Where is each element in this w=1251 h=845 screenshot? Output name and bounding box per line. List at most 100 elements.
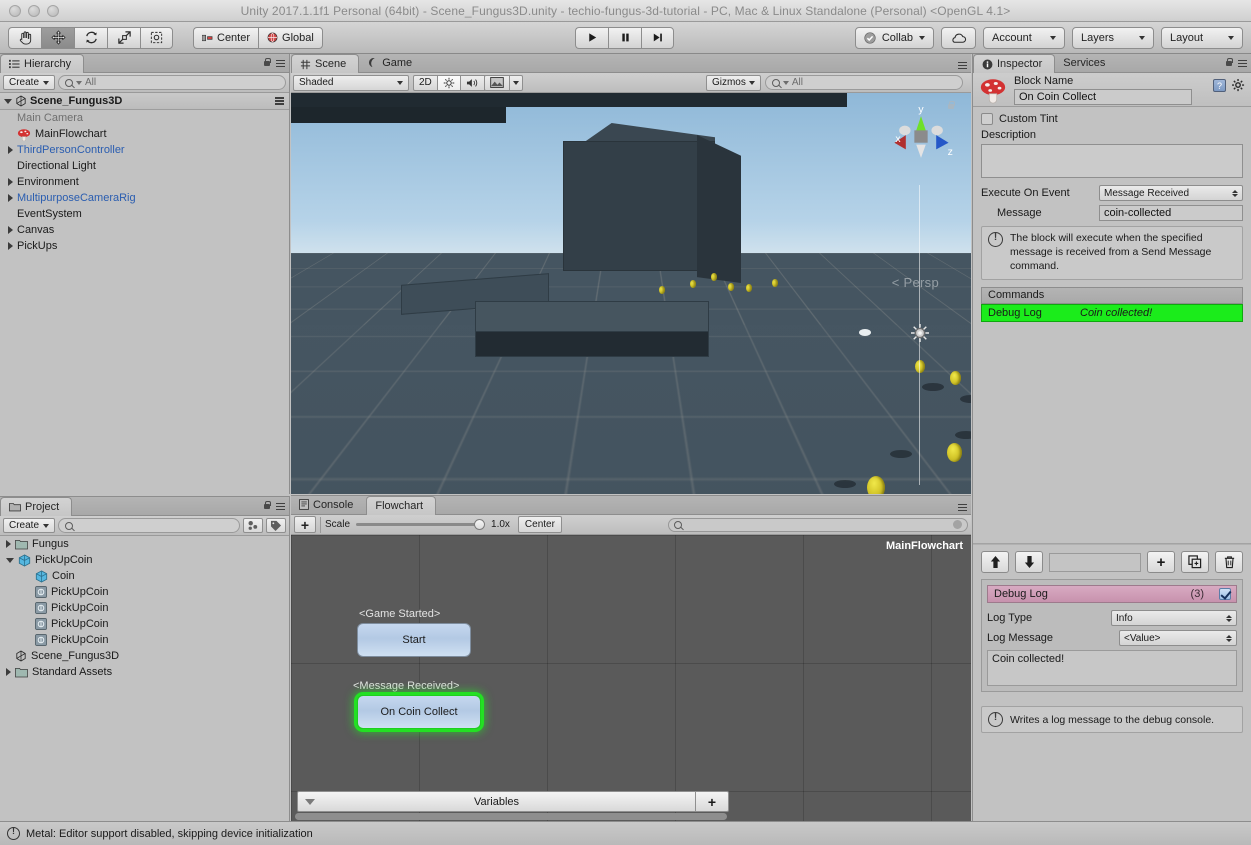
expand-arrow-icon[interactable] <box>8 194 13 202</box>
flowchart-center-button[interactable]: Center <box>517 516 562 533</box>
project-item-fungus[interactable]: Fungus <box>0 536 289 552</box>
hierarchy-item-pickups[interactable]: PickUps <box>0 238 289 254</box>
search-by-type-button[interactable] <box>243 518 263 533</box>
layers-button[interactable]: Layers <box>1072 26 1154 49</box>
tab-services[interactable]: Services <box>1055 53 1118 72</box>
project-create-button[interactable]: Create <box>3 518 56 533</box>
tab-hierarchy[interactable]: Hierarchy <box>0 54 85 73</box>
project-item-pickupcoin[interactable]: PickUpCoin <box>0 600 289 616</box>
flowchart-canvas[interactable]: MainFlowchart <Game Started> Start <Mess… <box>291 535 971 821</box>
layout-button[interactable]: Layout <box>1161 26 1243 49</box>
flowchart-search-input[interactable] <box>668 517 968 532</box>
expand-arrow-icon[interactable] <box>4 98 12 104</box>
tab-console[interactable]: Console <box>291 495 366 514</box>
inspector-header-actions[interactable]: ? <box>1213 79 1245 92</box>
tab-project[interactable]: Project <box>0 497 73 516</box>
gizmos-dropdown[interactable]: Gizmos <box>705 74 761 91</box>
hierarchy-item-thirdpersoncontroller[interactable]: ThirdPersonController <box>0 142 289 158</box>
hierarchy-tree[interactable]: Scene_Fungus3D Main Camera MainFlowchart T… <box>0 93 289 494</box>
hierarchy-item-eventsystem[interactable]: EventSystem <box>0 206 289 222</box>
audio-toggle-button[interactable] <box>459 74 485 91</box>
project-item-pickupcoin[interactable]: PickUpCoin <box>0 584 289 600</box>
flowchart-scale-slider[interactable] <box>356 519 486 530</box>
effects-toggle-button[interactable] <box>483 74 510 91</box>
move-tool-button[interactable] <box>41 26 74 49</box>
collab-button[interactable]: Collab <box>854 26 934 49</box>
hierarchy-item-mainflowchart[interactable]: MainFlowchart <box>0 126 289 142</box>
expand-arrow-icon[interactable] <box>6 668 11 676</box>
command-search-slot[interactable] <box>1049 552 1141 572</box>
hand-tool-button[interactable] <box>8 26 41 49</box>
close-window-button[interactable] <box>9 4 21 17</box>
clear-search-icon[interactable] <box>953 520 962 529</box>
pause-button[interactable] <box>608 26 641 49</box>
execute-on-event-dropdown[interactable]: Message Received <box>1099 185 1243 201</box>
project-tab-tools[interactable] <box>262 501 285 512</box>
slider-handle[interactable] <box>474 519 486 530</box>
scene-viewport[interactable]: < Persp y x z <box>291 93 971 494</box>
message-input[interactable]: coin-collected <box>1099 205 1243 221</box>
duplicate-command-button[interactable] <box>1181 551 1209 573</box>
rotate-tool-button[interactable] <box>74 26 107 49</box>
panel-menu-icon[interactable] <box>958 503 967 511</box>
tab-inspector[interactable]: Inspector <box>973 54 1056 73</box>
pivot-mode-button[interactable]: Center <box>193 26 259 49</box>
hierarchy-item-main-camera[interactable]: Main Camera <box>0 110 289 126</box>
hierarchy-item-multipurposecamerarig[interactable]: MultipurposeCameraRig <box>0 190 289 206</box>
account-button[interactable]: Account <box>983 26 1065 49</box>
hierarchy-item-canvas[interactable]: Canvas <box>0 222 289 238</box>
project-item-standard-assets[interactable]: Standard Assets <box>0 664 289 680</box>
project-tree[interactable]: Fungus PickUpCoin Coin PickUpCoin PickUpCoin… <box>0 536 289 821</box>
scene-context-menu-icon[interactable] <box>275 97 284 105</box>
space-mode-button[interactable]: Global <box>258 26 323 49</box>
log-message-dropdown[interactable]: <Value> <box>1119 630 1237 646</box>
draw-mode-dropdown[interactable]: Shaded <box>293 74 409 91</box>
block-name-input[interactable]: On Coin Collect <box>1014 88 1192 105</box>
variables-toggle[interactable]: Variables <box>297 791 696 812</box>
hierarchy-create-button[interactable]: Create <box>3 75 56 90</box>
panel-menu-icon[interactable] <box>1238 59 1247 68</box>
hierarchy-item-environment[interactable]: Environment <box>0 174 289 190</box>
flowchart-block-start[interactable]: Start <box>357 623 471 657</box>
scene-tab-tools[interactable] <box>958 61 967 69</box>
panel-menu-icon[interactable] <box>958 61 967 69</box>
add-command-button[interactable]: + <box>1147 551 1175 573</box>
play-button[interactable] <box>575 26 608 49</box>
project-item-coin[interactable]: Coin <box>0 568 289 584</box>
project-item-pickupcoin[interactable]: PickUpCoin <box>0 632 289 648</box>
project-item-pickupcoin[interactable]: PickUpCoin <box>0 552 289 568</box>
search-by-label-button[interactable] <box>266 518 286 533</box>
step-button[interactable] <box>641 26 674 49</box>
toggle-2d-button[interactable]: 2D <box>413 74 438 91</box>
lock-icon[interactable] <box>1224 58 1233 69</box>
custom-tint-checkbox[interactable] <box>981 113 993 125</box>
project-item-pickupcoin[interactable]: PickUpCoin <box>0 616 289 632</box>
hierarchy-scene-root[interactable]: Scene_Fungus3D <box>0 93 289 110</box>
expand-arrow-icon[interactable] <box>6 540 11 548</box>
expand-arrow-icon[interactable] <box>8 242 13 250</box>
flowchart-horizontal-scrollbar[interactable] <box>295 813 727 820</box>
expand-arrow-icon[interactable] <box>8 146 13 154</box>
hierarchy-search-input[interactable]: All <box>58 75 286 90</box>
move-command-down-button[interactable] <box>1015 551 1043 573</box>
scene-transform-gizmo[interactable] <box>911 324 929 342</box>
tab-game[interactable]: Game <box>359 53 425 72</box>
flowchart-add-block-button[interactable]: + <box>294 516 316 533</box>
gear-icon[interactable] <box>1232 79 1245 92</box>
inspector-tab-tools[interactable] <box>1224 58 1247 69</box>
help-icon[interactable]: ? <box>1213 79 1226 92</box>
panel-menu-icon[interactable] <box>276 502 285 511</box>
lock-icon[interactable] <box>262 58 271 69</box>
rect-tool-button[interactable] <box>140 26 173 49</box>
flowchart-block-on-coin-collect[interactable]: On Coin Collect <box>357 695 481 729</box>
project-search-input[interactable] <box>58 518 240 533</box>
lock-icon[interactable] <box>262 501 271 512</box>
expand-arrow-icon[interactable] <box>8 178 13 186</box>
hierarchy-item-directional-light[interactable]: Directional Light <box>0 158 289 174</box>
maximize-window-button[interactable] <box>47 4 59 17</box>
lighting-toggle-button[interactable] <box>436 74 461 91</box>
scene-search-input[interactable]: All <box>764 75 964 90</box>
log-message-textarea[interactable]: Coin collected! <box>987 650 1237 686</box>
minimize-window-button[interactable] <box>28 4 40 17</box>
project-item-scene-fungus3d[interactable]: Scene_Fungus3D <box>0 648 289 664</box>
